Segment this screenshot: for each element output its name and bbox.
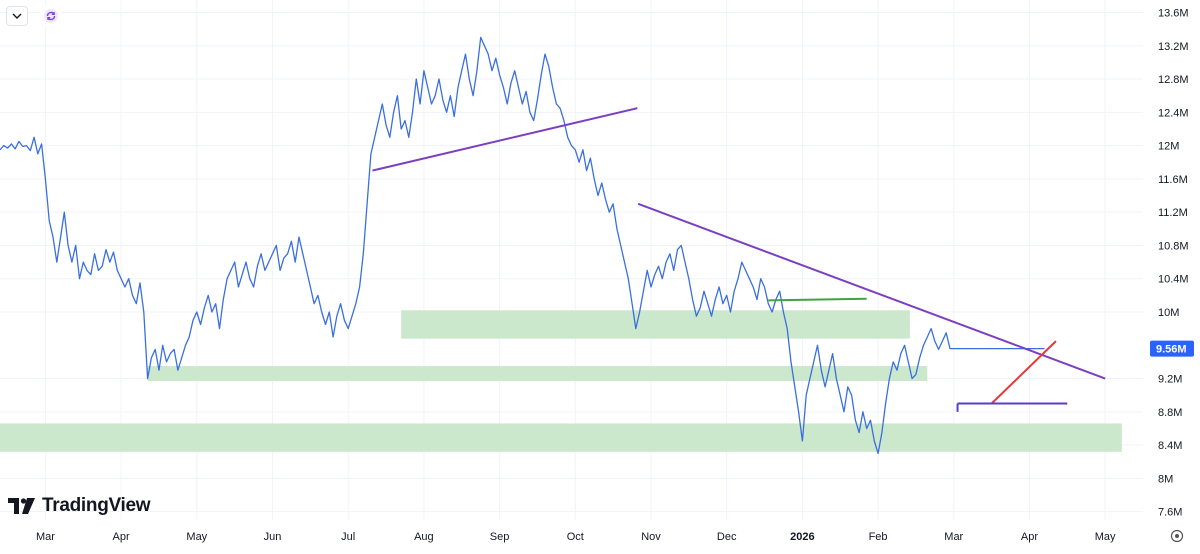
x-tick-label: May — [1095, 531, 1116, 543]
y-tick-label: 12.4M — [1158, 107, 1189, 119]
x-tick-label: Sep — [490, 531, 510, 543]
time-axis: Mar Apr May Jun Jul Aug Sep Oct Nov Dec 2026 Feb Mar… — [36, 531, 1116, 543]
x-tick-label: May — [186, 531, 207, 543]
y-tick-label: 8.8M — [1158, 407, 1182, 419]
refresh-icon — [44, 9, 58, 23]
x-tick-label: Oct — [567, 531, 584, 543]
price-chart[interactable]: 13.6M 13.2M 12.8M 12.4M 12M 11.6M 11.2M 10.8M 10… — [0, 0, 1200, 549]
y-tick-label: 12M — [1158, 141, 1179, 153]
y-tick-label: 7.6M — [1158, 507, 1182, 519]
trendline-red — [990, 340, 1057, 405]
x-tick-label: Jul — [341, 531, 355, 543]
y-tick-label: 10.4M — [1158, 274, 1189, 286]
y-tick-label: 10M — [1158, 307, 1179, 319]
price-axis: 13.6M 13.2M 12.8M 12.4M 12M 11.6M 11.2M 10.8M 10… — [1158, 7, 1189, 518]
logo-text: TradingView — [42, 495, 151, 516]
collapse-button[interactable] — [6, 6, 28, 26]
y-tick-label: 11.6M — [1158, 174, 1188, 186]
chart-area[interactable]: 13.6M 13.2M 12.8M 12.4M 12M 11.6M 11.2M 10.8M 10… — [0, 0, 1200, 549]
refresh-button[interactable] — [40, 6, 62, 26]
x-tick-label: Dec — [717, 531, 737, 543]
x-tick-label: Apr — [1021, 531, 1038, 543]
x-tick-label: Aug — [414, 531, 434, 543]
support-zone — [0, 423, 1122, 452]
x-tick-label: Nov — [641, 531, 661, 543]
x-tick-label: Mar — [944, 531, 963, 543]
x-tick-label: 2026 — [790, 531, 814, 543]
y-tick-label: 11.2M — [1158, 207, 1188, 219]
y-tick-label: 8.4M — [1158, 440, 1182, 452]
y-tick-label: 8M — [1158, 473, 1173, 485]
current-price-label: 9.56M — [1156, 344, 1187, 356]
current-price-label-group: 9.56M — [1150, 340, 1194, 357]
y-tick-label: 13.6M — [1158, 7, 1189, 19]
trendline-purple — [637, 202, 1106, 380]
chevron-down-icon — [12, 13, 22, 19]
y-tick-label: 10.8M — [1158, 240, 1189, 252]
x-tick-label: Jun — [264, 531, 282, 543]
y-tick-label: 9.2M — [1158, 374, 1182, 386]
x-tick-label: Mar — [36, 531, 55, 543]
tradingview-logo[interactable]: TradingView — [8, 495, 151, 517]
y-tick-label: 13.2M — [1158, 41, 1189, 53]
x-tick-label: Feb — [869, 531, 888, 543]
support-zone — [401, 310, 910, 339]
y-tick-label: 12.8M — [1158, 74, 1189, 86]
tradingview-logo-icon — [8, 498, 35, 514]
trendline-green — [768, 297, 867, 302]
axis-settings-button[interactable] — [1170, 529, 1184, 543]
x-tick-label: Apr — [113, 531, 130, 543]
